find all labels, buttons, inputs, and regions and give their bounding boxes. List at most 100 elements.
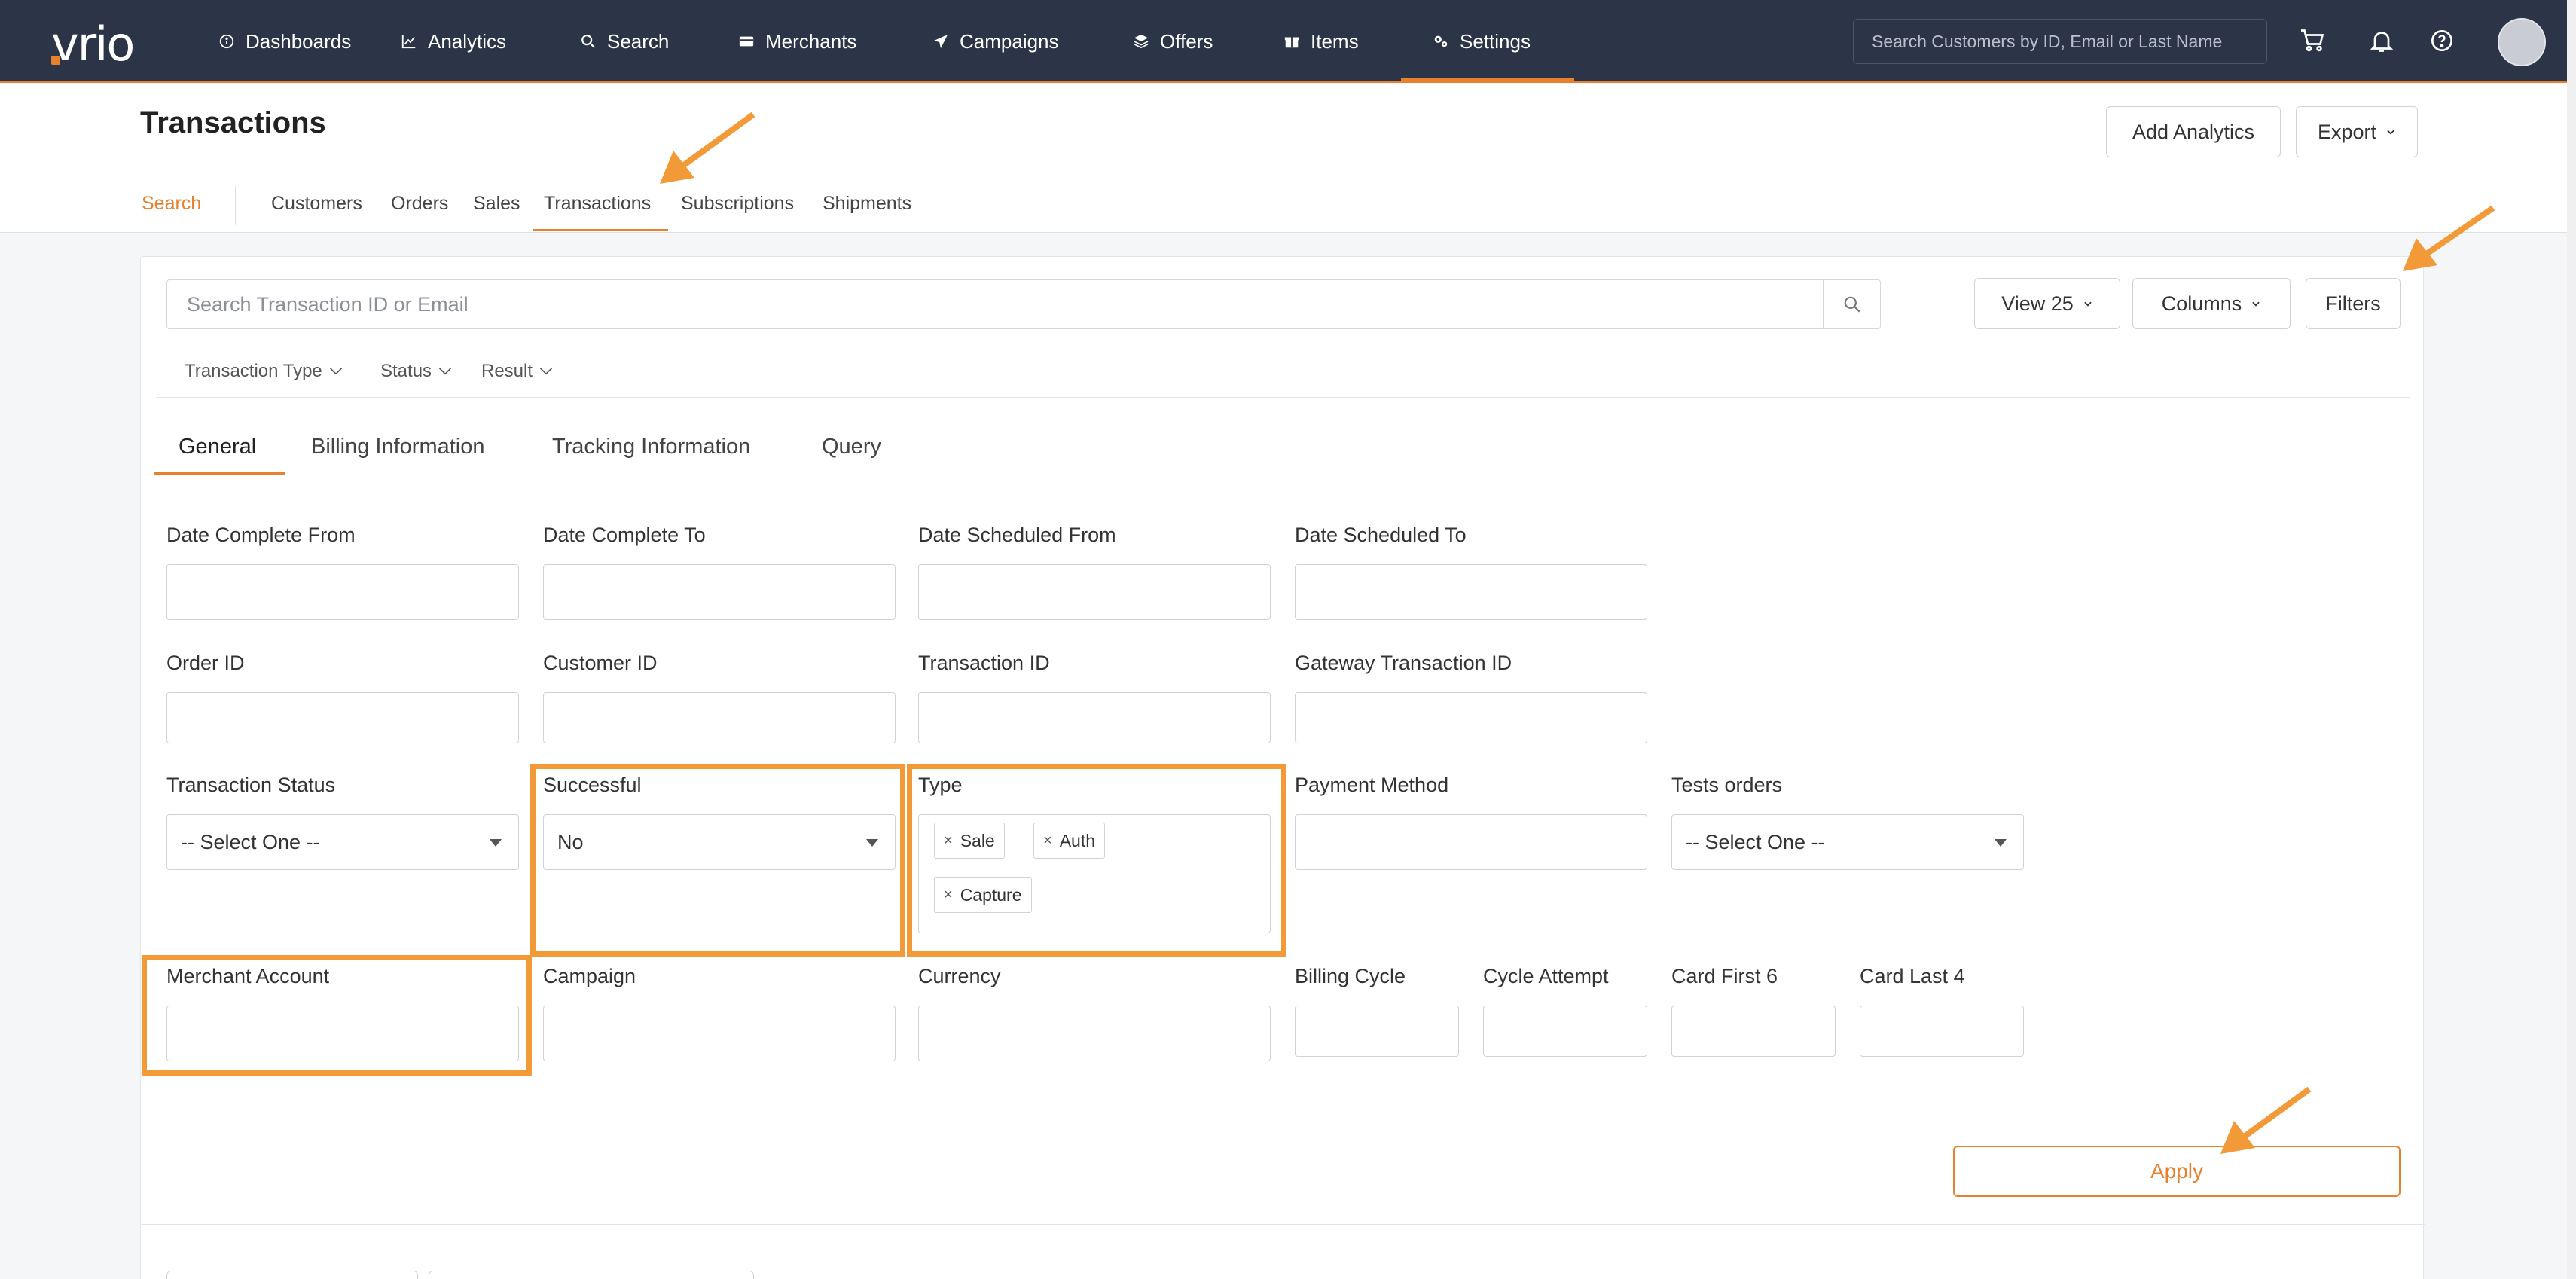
chevron-down-icon [2084,301,2092,307]
tab-general[interactable]: General [179,435,256,459]
date-scheduled-to-field[interactable] [1295,564,1647,620]
nav-campaigns[interactable]: Campaigns [932,29,1059,54]
date-complete-to-field[interactable] [543,564,896,620]
card-first-6-field[interactable] [1671,1006,1836,1057]
quick-filters-divider [156,397,2410,398]
order-id-label: Order ID [166,652,245,674]
subnav-sales[interactable]: Sales [473,193,520,215]
date-complete-to-label: Date Complete To [543,524,706,546]
subnav-transactions[interactable]: Transactions [544,193,651,215]
export-button[interactable]: Export [2296,106,2418,157]
bottom-action-button[interactable] [166,1271,418,1279]
date-complete-from-label: Date Complete From [166,524,356,546]
card-icon [739,36,754,47]
search-icon [1844,296,1860,313]
transaction-status-label: Transaction Status [166,774,336,796]
payment-method-label: Payment Method [1295,774,1449,796]
nav-dashboards[interactable]: Dashboards [218,29,351,54]
campaign-label: Campaign [543,965,636,987]
tab-query[interactable]: Query [822,435,881,459]
add-analytics-button[interactable]: Add Analytics [2106,106,2281,157]
nav-active-indicator [1401,78,1574,81]
gift-icon [1284,37,1299,48]
transaction-search-box [166,279,1881,329]
nav-offers[interactable]: Offers [1133,29,1213,54]
subnav-shipments[interactable]: Shipments [823,193,911,215]
cycle-attempt-field[interactable] [1483,1006,1647,1057]
gateway-transaction-id-label: Gateway Transaction ID [1295,652,1512,674]
subnav-search[interactable]: Search [142,193,201,215]
transaction-status-select[interactable]: -- Select One -- [166,814,519,870]
apply-button[interactable]: Apply [1953,1146,2401,1197]
date-scheduled-from-field[interactable] [918,564,1271,620]
date-scheduled-from-label: Date Scheduled From [918,524,1116,546]
transaction-id-label: Transaction ID [918,652,1050,674]
transaction-id-field[interactable] [918,692,1271,743]
quick-filter-status[interactable]: Status [380,361,453,382]
card-last-4-label: Card Last 4 [1860,965,1965,987]
nav-items[interactable]: Items [1283,29,1359,54]
page-title: Transactions [140,106,326,139]
chevron-down-icon [539,368,553,375]
chevron-down-icon [438,368,452,375]
nav-analytics[interactable]: Analytics [401,29,506,54]
date-scheduled-to-label: Date Scheduled To [1295,524,1467,546]
tab-tracking-information[interactable]: Tracking Information [552,435,750,459]
top-navigation-bar: vrio Dashboards Analytics Search Merchan… [0,0,2567,83]
page-header: Transactions Add Analytics Export Search… [0,84,2567,233]
dropdown-caret-icon [1995,839,2007,847]
date-complete-from-field[interactable] [166,564,519,620]
customer-id-field[interactable] [543,692,896,743]
page-scrollbar[interactable] [2567,0,2576,1279]
gears-icon [1434,35,1448,47]
gateway-transaction-id-field[interactable] [1295,692,1647,743]
subnav-separator [235,186,236,225]
chevron-down-icon [2387,130,2394,135]
search-icon [581,35,596,49]
billing-cycle-field[interactable] [1295,1006,1459,1057]
subnav-subscriptions[interactable]: Subscriptions [681,193,794,215]
columns-dropdown[interactable]: Columns [2132,278,2291,329]
filters-button[interactable]: Filters [2306,278,2401,329]
nav-search[interactable]: Search [580,29,669,54]
card-first-6-label: Card First 6 [1671,965,1778,987]
layers-icon [1134,34,1149,49]
global-search-input[interactable] [1853,19,2267,64]
subnav-active-indicator [533,229,668,231]
user-avatar[interactable] [2498,18,2546,66]
bottom-action-button[interactable] [429,1271,754,1279]
cycle-attempt-label: Cycle Attempt [1483,965,1609,987]
nav-merchants[interactable]: Merchants [738,29,856,54]
subnav-orders[interactable]: Orders [391,193,448,215]
line-chart-icon [401,35,416,49]
tests-orders-select[interactable]: -- Select One -- [1671,814,2024,870]
transaction-search-input[interactable] [167,280,1823,328]
card-section-divider [141,1224,2425,1225]
order-id-field[interactable] [166,692,519,743]
billing-cycle-label: Billing Cycle [1295,965,1406,987]
payment-method-field[interactable] [1295,814,1647,870]
bell-icon[interactable] [2368,27,2395,54]
quick-filter-result[interactable]: Result [481,361,554,382]
vrio-logo[interactable]: vrio [51,17,135,72]
tab-active-indicator [154,472,285,475]
cart-icon[interactable] [2299,27,2326,54]
nav-settings[interactable]: Settings [1433,29,1531,54]
paper-plane-icon [933,34,948,49]
info-circle-icon [219,34,234,49]
help-icon[interactable] [2430,29,2454,53]
highlight-box-successful [530,764,905,957]
search-submit-button[interactable] [1823,280,1880,328]
quick-filter-transaction-type[interactable]: Transaction Type [185,361,343,382]
campaign-field[interactable] [543,1006,896,1061]
card-last-4-field[interactable] [1860,1006,2024,1057]
currency-label: Currency [918,965,1001,987]
currency-field[interactable] [918,1006,1271,1061]
tests-orders-label: Tests orders [1671,774,1783,796]
customer-id-label: Customer ID [543,652,658,674]
highlight-box-merchant-account [142,955,532,1076]
subnav-customers[interactable]: Customers [271,193,362,215]
view-count-dropdown[interactable]: View 25 [1974,278,2120,329]
chevron-down-icon [2252,301,2260,307]
tab-billing-information[interactable]: Billing Information [311,435,485,459]
